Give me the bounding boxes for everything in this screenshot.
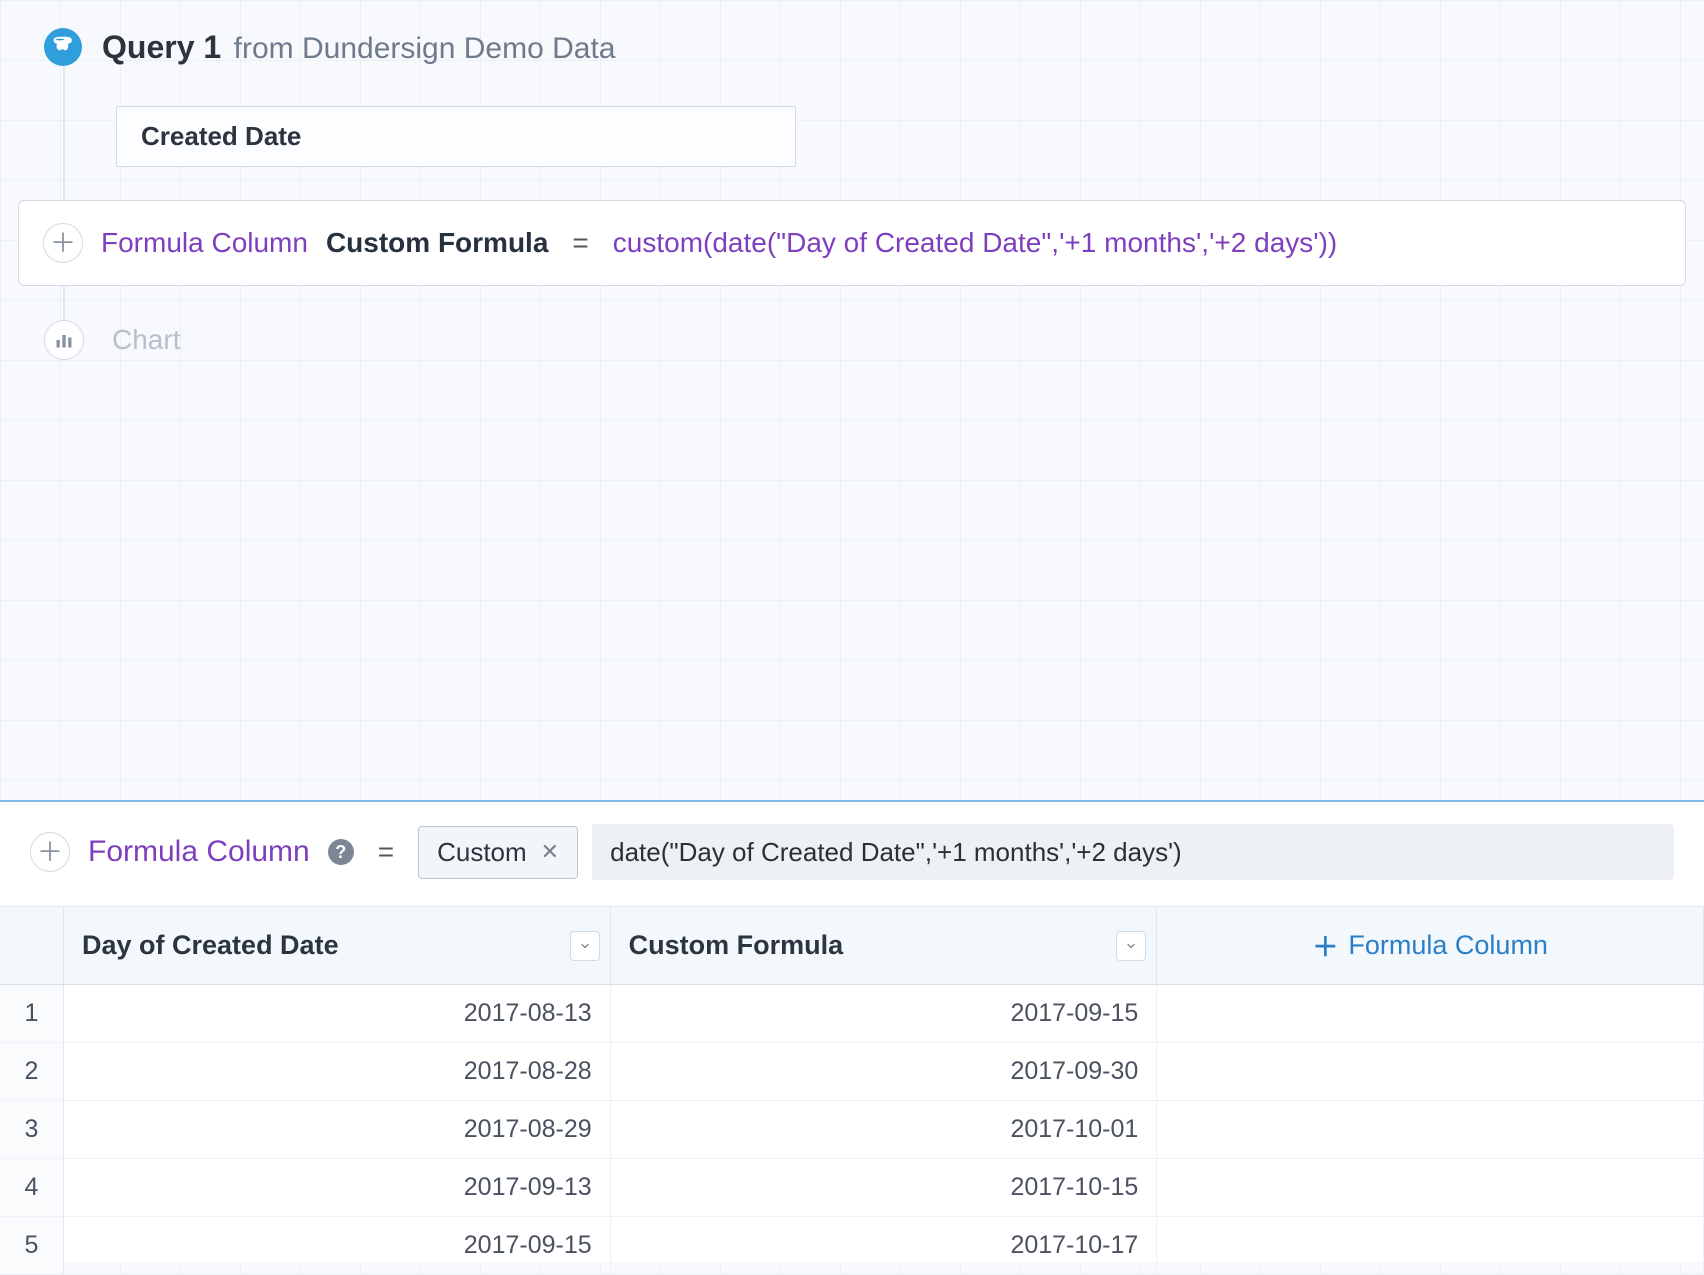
row-number-header	[0, 907, 64, 984]
equals-sign: =	[566, 227, 594, 259]
selected-column-chip[interactable]: Created Date	[116, 106, 796, 167]
chip-label: Custom	[437, 837, 527, 868]
close-icon[interactable]: ✕	[541, 839, 559, 865]
row-number-cell: 1	[0, 985, 64, 1042]
cell-custom-formula: 2017-10-15	[611, 1159, 1158, 1216]
table-row[interactable]: 12017-08-132017-09-15	[0, 985, 1704, 1043]
formula-step-label: Formula Column	[101, 227, 308, 259]
row-number-cell: 2	[0, 1043, 64, 1100]
cell-created-date: 2017-09-15	[64, 1217, 611, 1274]
table-header: Day of Created Date Custom Formula ＋ For…	[0, 907, 1704, 985]
help-icon[interactable]: ?	[328, 839, 354, 865]
row-number-cell: 5	[0, 1217, 64, 1274]
cell-empty	[1157, 1043, 1704, 1100]
cell-custom-formula: 2017-09-15	[611, 985, 1158, 1042]
table-row[interactable]: 32017-08-292017-10-01	[0, 1101, 1704, 1159]
formula-name: Custom Formula	[326, 227, 548, 259]
cell-empty	[1157, 1101, 1704, 1158]
query-title[interactable]: Query 1	[102, 29, 221, 65]
query-from-label: from Dundersign Demo Data	[234, 32, 616, 65]
cell-custom-formula: 2017-10-01	[611, 1101, 1158, 1158]
chart-step-label: Chart	[112, 324, 180, 356]
add-formula-button[interactable]: ＋	[30, 832, 70, 872]
plus-icon: ＋	[1312, 927, 1338, 964]
cell-created-date: 2017-08-13	[64, 985, 611, 1042]
chevron-down-icon[interactable]	[1116, 931, 1146, 961]
cell-created-date: 2017-08-28	[64, 1043, 611, 1100]
column-header-created-date[interactable]: Day of Created Date	[64, 907, 611, 984]
cell-empty	[1157, 1159, 1704, 1216]
results-table: Day of Created Date Custom Formula ＋ For…	[0, 907, 1704, 1275]
chevron-down-icon[interactable]	[570, 931, 600, 961]
row-number-cell: 4	[0, 1159, 64, 1216]
bar-chart-icon[interactable]	[44, 320, 84, 360]
add-step-button[interactable]: ＋	[43, 223, 83, 263]
formula-editor-label: Formula Column	[88, 835, 310, 869]
formula-expression: custom(date("Day of Created Date",'+1 mo…	[613, 227, 1337, 259]
cell-empty	[1157, 1217, 1704, 1274]
table-row[interactable]: 52017-09-152017-10-17	[0, 1217, 1704, 1275]
table-row[interactable]: 22017-08-282017-09-30	[0, 1043, 1704, 1101]
table-row[interactable]: 42017-09-132017-10-15	[0, 1159, 1704, 1217]
column-header-custom-formula[interactable]: Custom Formula	[611, 907, 1158, 984]
query-header: Query 1 from Dundersign Demo Data	[44, 28, 615, 66]
results-panel: ＋ Formula Column ? = Custom ✕ Day of Cre…	[0, 800, 1704, 1262]
cell-created-date: 2017-09-13	[64, 1159, 611, 1216]
row-number-cell: 3	[0, 1101, 64, 1158]
expression-input-wrap[interactable]	[592, 824, 1674, 880]
chart-step[interactable]: Chart	[44, 320, 180, 360]
postgres-icon	[44, 28, 82, 66]
formula-column-step[interactable]: ＋ Formula Column Custom Formula = custom…	[18, 200, 1686, 286]
cell-empty	[1157, 985, 1704, 1042]
formula-editor: ＋ Formula Column ? = Custom ✕	[0, 802, 1704, 907]
formula-type-chip[interactable]: Custom ✕	[418, 826, 578, 879]
expression-input[interactable]	[610, 837, 1656, 868]
add-formula-column-header[interactable]: ＋ Formula Column	[1157, 907, 1704, 984]
cell-custom-formula: 2017-10-17	[611, 1217, 1158, 1274]
cell-created-date: 2017-08-29	[64, 1101, 611, 1158]
equals-sign: =	[378, 836, 394, 868]
cell-custom-formula: 2017-09-30	[611, 1043, 1158, 1100]
